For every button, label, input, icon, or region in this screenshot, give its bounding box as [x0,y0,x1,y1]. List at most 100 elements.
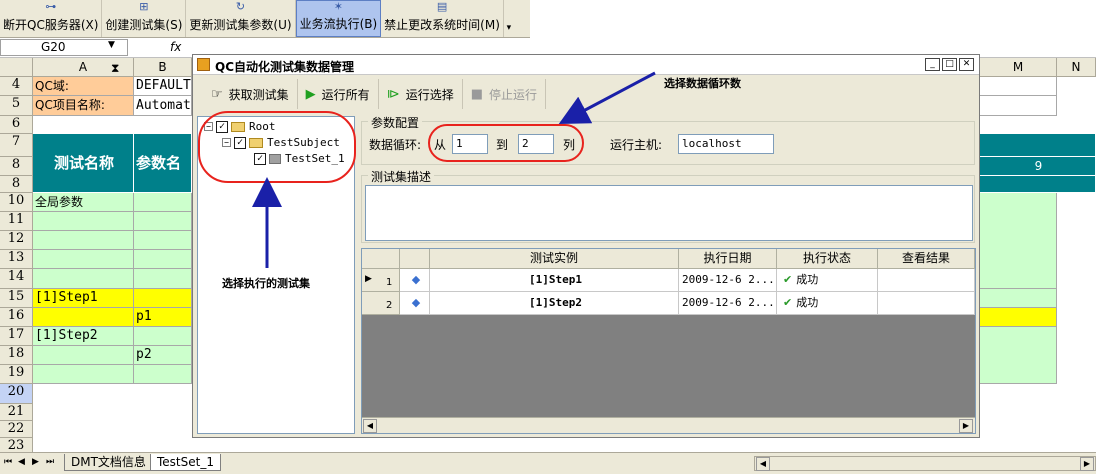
chevron-down-icon[interactable]: ▼ [108,40,115,50]
row-header[interactable]: 4 [0,77,33,96]
first-sheet-icon[interactable]: ⏮ [4,457,12,467]
cell[interactable] [134,212,192,231]
business-flow-button[interactable]: ✶ 业务流执行(B) [295,0,382,37]
cell[interactable] [33,212,134,231]
cell[interactable] [33,269,134,289]
tab-dmt-doc-info[interactable]: DMT文档信息 [64,454,153,471]
step2-cell[interactable]: [1]Step2 [33,327,134,346]
last-sheet-icon[interactable]: ⏭ [46,457,54,467]
header-col9[interactable]: 9 [980,157,1096,176]
cell[interactable] [134,250,192,269]
cell[interactable] [134,231,192,250]
minimize-button[interactable]: _ [925,58,940,71]
cell[interactable] [980,289,1057,308]
row-header[interactable]: 11 [0,212,33,231]
col-header-n[interactable]: N [1057,58,1096,77]
grid-horizontal-scrollbar[interactable]: ◀ ▶ [362,417,975,433]
step1-cell[interactable]: [1]Step1 [33,289,134,308]
disconnect-qc-button[interactable]: ⊶ 断开QC服务器(X) [0,0,103,37]
sheet-horizontal-scrollbar[interactable]: ◀ ▶ [754,456,1096,471]
select-all-corner[interactable] [0,58,33,77]
run-selected-button[interactable]: ⧐ 运行选择 [379,79,463,109]
row-header[interactable]: 16 [0,308,33,327]
scroll-right-icon[interactable]: ▶ [1080,457,1094,471]
row-header[interactable]: 14 [0,269,33,289]
cell[interactable] [33,231,134,250]
grid-cell-instance[interactable]: [1]Step2 [430,292,679,315]
header-cell[interactable] [980,134,1096,157]
cell[interactable] [33,365,134,384]
disable-time-change-button[interactable]: ▤ 禁止更改系统时间(M) [381,0,504,37]
grid-header-result[interactable]: 查看结果 [878,249,975,269]
grid-header-date[interactable]: 执行日期 [679,249,777,269]
cell[interactable] [980,96,1057,116]
qc-project-value[interactable]: Automat [134,96,192,116]
p2-cell[interactable]: p2 [134,346,192,365]
cell[interactable] [134,269,192,289]
cell[interactable] [33,308,134,327]
grid-row-header[interactable]: 2 [362,292,400,315]
grid-cell-result[interactable] [878,269,975,292]
cell[interactable] [980,77,1057,96]
cell[interactable] [980,327,1057,384]
row-header[interactable]: 22 [0,421,33,438]
create-testset-button[interactable]: ⊞ 创建测试集(S) [102,0,187,37]
grid-cell-status[interactable]: ✔ 成功 [777,292,878,315]
grid-header-instance[interactable]: 测试实例 [430,249,679,269]
update-params-button[interactable]: ↻ 更新测试集参数(U) [186,0,296,37]
next-sheet-icon[interactable]: ▶ [32,457,39,467]
cell[interactable] [134,327,192,346]
cell[interactable] [980,308,1057,327]
tab-testset-1[interactable]: TestSet_1 [150,454,221,471]
col-header-m[interactable]: M [980,58,1057,77]
header-cell[interactable] [980,176,1096,193]
grid-header-status[interactable]: 执行状态 [777,249,878,269]
row-header[interactable]: 19 [0,365,33,384]
grid-cell-result[interactable] [878,292,975,315]
col-header-a[interactable]: A ⧗ [33,58,134,77]
scroll-left-icon[interactable]: ◀ [363,419,377,433]
row-header[interactable]: 21 [0,404,33,421]
cell[interactable] [134,193,192,212]
row-header-selected[interactable]: 20 [0,384,33,404]
row-header[interactable]: 6 [0,116,33,134]
prev-sheet-icon[interactable]: ◀ [18,457,25,467]
row-header[interactable]: 10 [0,193,33,212]
maximize-button[interactable]: □ [942,58,957,71]
cell[interactable] [980,193,1057,289]
qc-domain-value[interactable]: DEFAULT [134,77,192,96]
cell[interactable] [33,346,134,365]
header-param-name[interactable]: 参数名 [134,134,192,193]
cell[interactable] [134,365,192,384]
stop-run-button[interactable]: ■ 停止运行 [463,79,547,109]
grid-row-header[interactable]: ▶ 1 [362,269,400,292]
grid-cell-date[interactable]: 2009-12-6 2... [679,269,777,292]
run-all-button[interactable]: ▶ 运行所有 [298,79,379,109]
desc-textarea[interactable] [365,185,973,241]
qc-project-label[interactable]: QC项目名称: [33,96,134,116]
row-header[interactable]: 13 [0,250,33,269]
grid-cell-instance[interactable]: [1]Step1 [430,269,679,292]
row-header[interactable]: 8 [0,157,33,176]
grid-cell-date[interactable]: 2009-12-6 2... [679,292,777,315]
grid-cell-status[interactable]: ✔ 成功 [777,269,878,292]
cell[interactable] [134,289,192,308]
toolbar-overflow-icon[interactable]: ▾ [504,0,514,37]
row-header[interactable]: 8 [0,176,33,193]
row-header[interactable]: 17 [0,327,33,346]
col-header-b[interactable]: B [134,58,192,77]
global-params-cell[interactable]: 全局参数 [33,193,134,212]
row-header[interactable]: 18 [0,346,33,365]
qc-domain-label[interactable]: QC域: [33,77,134,96]
scroll-left-icon[interactable]: ◀ [756,457,770,471]
get-testset-button[interactable]: ☞ 获取测试集 [203,79,298,109]
row-header[interactable]: 15 [0,289,33,308]
header-test-name[interactable]: 测试名称 [33,134,134,193]
fx-icon[interactable]: fx [170,40,181,54]
close-button[interactable]: ✕ [959,58,974,71]
p1-cell[interactable]: p1 [134,308,192,327]
scroll-right-icon[interactable]: ▶ [959,419,973,433]
dialog-titlebar[interactable]: QC自动化测试集数据管理 _ □ ✕ [193,55,979,75]
row-header[interactable]: 12 [0,231,33,250]
cell[interactable] [33,250,134,269]
